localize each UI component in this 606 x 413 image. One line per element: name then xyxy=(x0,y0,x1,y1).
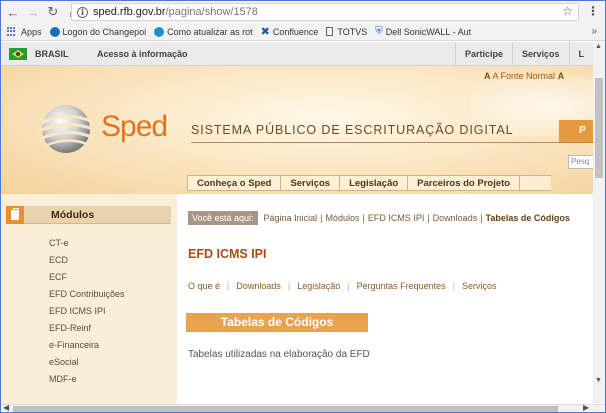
address-bar[interactable]: i sped.rfb.gov.br/pagina/show/1578 ☆ xyxy=(71,3,579,21)
sidebar-header: Módulos xyxy=(6,206,171,224)
page-title: EFD ICMS IPI xyxy=(188,247,267,261)
forward-arrow-icon[interactable]: → xyxy=(25,4,41,20)
gov-right-links: Participe Serviços L xyxy=(454,42,594,66)
sidebar-item-cte[interactable]: CT-e xyxy=(49,235,125,252)
font-a-large-icon[interactable]: A xyxy=(558,71,565,81)
bookmark-apps[interactable]: Apps xyxy=(7,26,42,37)
vertical-scroll-thumb[interactable] xyxy=(595,78,603,178)
font-size-control[interactable]: A A Fonte Normal A xyxy=(484,71,564,81)
changepoint-icon xyxy=(49,26,60,37)
tagline-divider xyxy=(191,142,593,143)
module-list: CT-e ECD ECF EFD Contribuições EFD ICMS … xyxy=(49,235,125,388)
section-heading-tabelas: Tabelas de Códigos xyxy=(186,313,368,332)
clipboard-icon xyxy=(6,206,24,224)
breadcrumb-modulos[interactable]: Módulos xyxy=(325,213,359,223)
breadcrumb-current: Tabelas de Códigos xyxy=(485,213,570,223)
sidebar-item-esocial[interactable]: eSocial xyxy=(49,354,125,371)
vertical-scrollbar[interactable]: ▲ ▼ xyxy=(593,42,605,404)
font-normal-label: A Fonte Normal xyxy=(492,71,556,81)
url-domain: sped.rfb.gov.br xyxy=(93,6,166,18)
gov-participe-link[interactable]: Participe xyxy=(454,42,512,66)
sidebar-item-e-financeira[interactable]: e-Financeira xyxy=(49,337,125,354)
sped-sphere-logo-icon[interactable] xyxy=(37,103,95,155)
gov-acesso-link[interactable]: Acesso à informação xyxy=(97,49,188,59)
page-icon xyxy=(326,27,334,36)
tab-downloads[interactable]: Downloads xyxy=(236,281,281,291)
sidebar-item-ecd[interactable]: ECD xyxy=(49,252,125,269)
tab-legislacao[interactable]: Legislação xyxy=(297,281,340,291)
breadcrumb-efd-icms-ipi[interactable]: EFD ICMS IPI xyxy=(368,213,425,223)
bookmark-label: Confluence xyxy=(272,26,319,37)
bookmark-label: Apps xyxy=(21,26,42,37)
sidebar-item-mdfe[interactable]: MDF-e xyxy=(49,371,125,388)
sidebar-item-efd-icms-ipi[interactable]: EFD ICMS IPI xyxy=(49,303,125,320)
gov-brasil-link[interactable]: BRASIL xyxy=(35,49,69,59)
apps-grid-icon xyxy=(7,26,17,37)
bookmark-label: TOTVS xyxy=(337,26,368,37)
star-icon[interactable]: ☆ xyxy=(562,4,573,18)
sub-nav: O que é | Downloads | Legislação | Pergunta… xyxy=(188,281,497,291)
horizontal-scroll-thumb[interactable] xyxy=(13,406,558,412)
tab-servicos[interactable]: Serviços xyxy=(462,281,497,291)
nav-parceiros[interactable]: Parceiros do Projeto xyxy=(408,176,521,190)
sidebar: Módulos CT-e ECD ECF EFD Contribuições E… xyxy=(1,194,177,404)
back-arrow-icon[interactable]: ← xyxy=(5,4,21,20)
tab-o-que-e[interactable]: O que é xyxy=(188,281,220,291)
scroll-left-icon[interactable]: ◀ xyxy=(3,403,9,412)
scroll-up-icon[interactable]: ▲ xyxy=(595,43,602,50)
circle-icon xyxy=(154,26,165,37)
url-path: /pagina/show/1578 xyxy=(165,6,258,18)
bookmark-sonicwall[interactable]: ⛨ Dell SonicWALL - Aut xyxy=(375,26,471,37)
bookmark-label: Dell SonicWALL - Aut xyxy=(385,26,472,37)
breadcrumb-label: Você está aqui: xyxy=(188,211,258,225)
sidebar-item-efd-contribuicoes[interactable]: EFD Contribuições xyxy=(49,286,125,303)
scroll-down-icon[interactable]: ▼ xyxy=(595,377,602,384)
bookmarks-bar: Apps Logon do Changepoi Como atualizar a… xyxy=(1,23,605,41)
bookmark-label: Logon do Changepoi xyxy=(62,26,147,37)
url-text[interactable]: sped.rfb.gov.br/pagina/show/1578 xyxy=(93,6,258,18)
site-header: A A Fonte Normal A Sped SISTEMA PÚBLICO … xyxy=(1,66,593,194)
gov-l-link[interactable]: L xyxy=(568,42,594,66)
bookmark-label: Como atualizar as rot xyxy=(167,26,253,37)
info-icon[interactable]: i xyxy=(77,6,88,18)
sidebar-item-ecf[interactable]: ECF xyxy=(49,269,125,286)
header-orange-tab[interactable]: P xyxy=(559,120,593,142)
bookmark-totvs[interactable]: TOTVS xyxy=(326,27,367,37)
tab-perguntas-frequentes[interactable]: Perguntas Frequentes xyxy=(357,281,446,291)
sidebar-title: Módulos xyxy=(51,209,95,221)
site-search-input[interactable]: Pesq xyxy=(568,155,593,169)
nav-servicos[interactable]: Serviços xyxy=(281,176,341,190)
sidebar-item-efd-reinf[interactable]: EFD-Reinf xyxy=(49,320,125,337)
main-nav: Conheça o Sped Serviços Legislação Parce… xyxy=(187,175,551,191)
breadcrumb: Você está aqui: Página Inicial | Módulos |… xyxy=(188,211,570,225)
nav-legislacao[interactable]: Legislação xyxy=(340,176,409,190)
bookmark-como-atualizar[interactable]: Como atualizar as rot xyxy=(154,26,253,37)
font-a-icon: A xyxy=(484,71,491,81)
brazil-flag-icon[interactable] xyxy=(9,48,27,60)
main-content: Você está aqui: Página Inicial | Módulos |… xyxy=(177,194,593,404)
bookmark-changepoint[interactable]: Logon do Changepoi xyxy=(49,26,147,37)
breadcrumb-downloads[interactable]: Downloads xyxy=(433,213,478,223)
horizontal-scrollbar[interactable]: ◀ ▶ xyxy=(1,403,605,412)
menu-dots-icon[interactable]: ⋮ xyxy=(587,4,599,18)
browser-window: ← → ↻ ⌂ i sped.rfb.gov.br/pagina/show/15… xyxy=(0,0,606,413)
reload-icon[interactable]: ↻ xyxy=(45,4,61,20)
gov-servicos-link[interactable]: Serviços xyxy=(511,42,569,66)
section-description[interactable]: Tabelas utilizadas na elaboração da EFD xyxy=(188,349,370,360)
nav-conheca[interactable]: Conheça o Sped xyxy=(187,176,282,190)
bookmarks-overflow-icon[interactable]: » xyxy=(591,26,597,37)
bookmark-confluence[interactable]: ✖ Confluence xyxy=(261,25,319,38)
gov-bar: BRASIL Acesso à informação Participe Ser… xyxy=(1,42,593,66)
breadcrumb-pagina-inicial[interactable]: Página Inicial xyxy=(264,213,318,223)
scroll-right-icon[interactable]: ▶ xyxy=(583,403,589,412)
shield-icon: ⛨ xyxy=(375,26,383,37)
header-tagline: SISTEMA PÚBLICO DE ESCRITURAÇÃO DIGITAL xyxy=(191,123,514,137)
sped-logo-text[interactable]: Sped xyxy=(101,110,168,144)
confluence-icon: ✖ xyxy=(260,26,270,38)
browser-toolbar: ← → ↻ ⌂ i sped.rfb.gov.br/pagina/show/15… xyxy=(1,1,605,23)
